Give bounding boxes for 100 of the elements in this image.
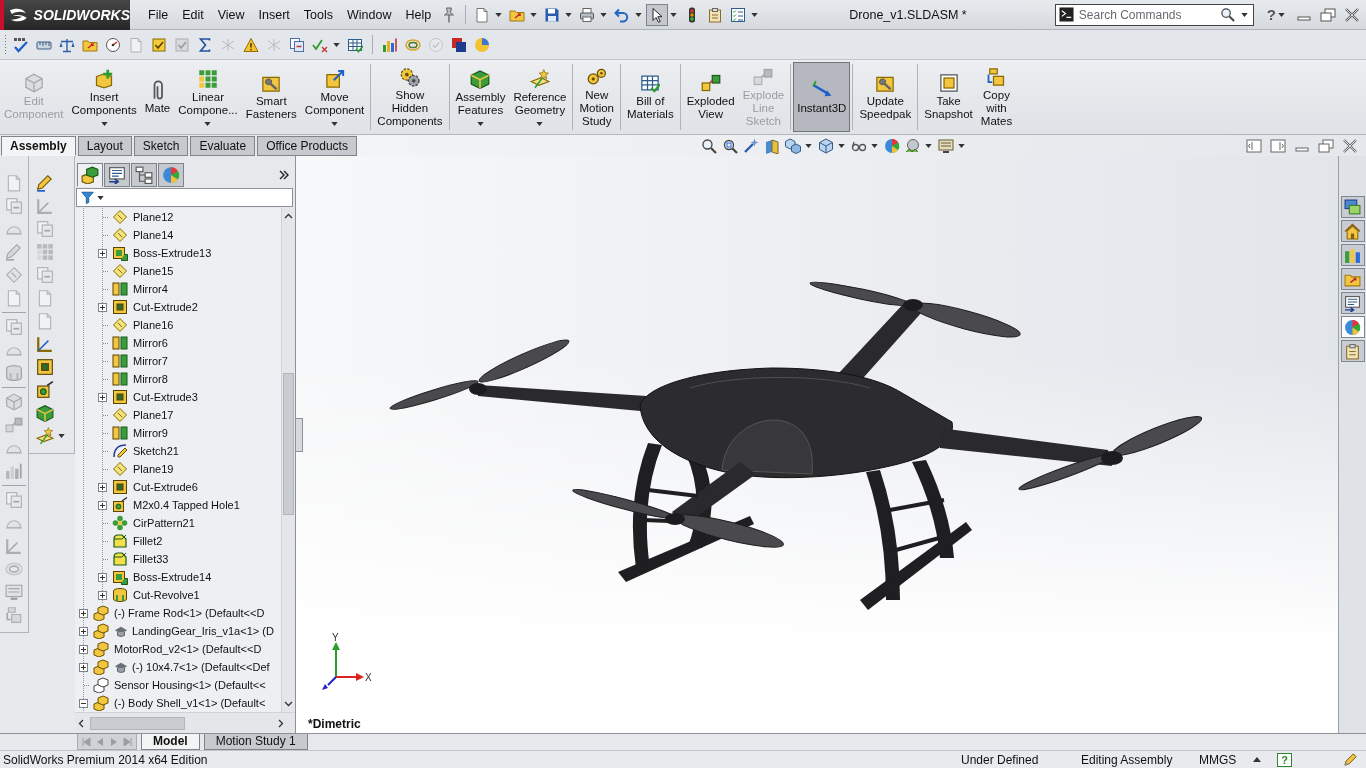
tree-item[interactable]: MotorRod_v2<1> (Default<<D xyxy=(114,643,262,655)
task-pane-tab[interactable] xyxy=(1340,292,1365,314)
plus-box-icon[interactable] xyxy=(98,392,107,402)
caret-icon[interactable] xyxy=(204,121,212,126)
collapse-handle[interactable] xyxy=(296,418,303,452)
tree-item[interactable]: Plane15 xyxy=(133,265,174,277)
restore-icon[interactable] xyxy=(1320,7,1336,22)
tree-item[interactable]: Cut-Extrude3 xyxy=(133,391,198,403)
tree-item[interactable]: Fillet33 xyxy=(133,553,169,565)
pencil-icon[interactable] xyxy=(1343,752,1358,767)
command-button[interactable]: Reference Geometry xyxy=(509,62,571,132)
plane-star-icon[interactable] xyxy=(36,427,54,445)
horizontal-scrollbar[interactable] xyxy=(75,712,295,733)
chevron-down-icon[interactable] xyxy=(284,701,293,707)
restore-icon[interactable] xyxy=(1318,138,1334,153)
tree-item[interactable]: Fillet2 xyxy=(133,535,163,547)
scrollbar-thumb[interactable] xyxy=(90,716,185,730)
caret-icon[interactable] xyxy=(100,121,108,126)
caret-icon[interactable] xyxy=(670,12,678,17)
caret-icon[interactable] xyxy=(97,195,104,200)
plus-box-icon[interactable] xyxy=(79,626,88,636)
caret-icon[interactable] xyxy=(331,121,339,126)
caret-icon[interactable] xyxy=(476,121,484,126)
scrollbar-thumb[interactable] xyxy=(283,373,294,515)
command-button[interactable]: Move Component xyxy=(300,62,369,132)
axes-icon[interactable] xyxy=(36,335,54,353)
caret-up-icon[interactable] xyxy=(1253,757,1261,762)
command-button[interactable]: Linear Compone... xyxy=(174,62,242,132)
caret-icon[interactable] xyxy=(957,143,965,148)
block-drill-icon[interactable] xyxy=(36,381,54,399)
menu-item[interactable]: Help xyxy=(398,4,439,25)
filter-field[interactable] xyxy=(76,188,293,207)
task-pane-tab[interactable] xyxy=(1340,340,1365,362)
tree-item[interactable]: Cut-Extrude6 xyxy=(133,481,198,493)
tree-item[interactable]: (-) 10x4.7<1> (Default<<Def xyxy=(132,661,270,673)
task-pane-tab[interactable] xyxy=(1340,220,1365,242)
square-frame-icon[interactable] xyxy=(36,358,54,376)
command-button[interactable]: Smart Fasteners xyxy=(241,62,301,132)
tree-item[interactable]: (-) Body Shell_v1<1> (Default< xyxy=(114,697,266,709)
command-tab[interactable]: Layout xyxy=(77,136,132,156)
command-button[interactable]: Take Snapshot xyxy=(920,62,977,132)
tree-item[interactable]: LandingGear_Iris_v1a<1> (D xyxy=(132,625,274,637)
block-icon[interactable] xyxy=(36,404,54,422)
command-button[interactable]: Mate xyxy=(140,62,175,132)
command-button[interactable]: Update Speedpak xyxy=(855,62,916,132)
plus-box-icon[interactable] xyxy=(98,500,107,510)
tree-item[interactable]: Sketch21 xyxy=(133,445,179,457)
chevron-right-icon[interactable] xyxy=(278,718,284,728)
help-button[interactable]: ? xyxy=(1277,752,1292,767)
tree-item[interactable]: Mirror8 xyxy=(133,373,168,385)
search-field[interactable]: Search Commands xyxy=(1078,7,1215,22)
plus-box-icon[interactable] xyxy=(98,590,107,600)
caret-icon[interactable] xyxy=(870,143,878,148)
tile-view-icon[interactable] xyxy=(1246,138,1262,153)
task-pane-tab[interactable] xyxy=(1340,196,1365,218)
tree-item[interactable]: CirPattern21 xyxy=(133,517,195,529)
close-icon[interactable] xyxy=(1342,138,1358,153)
plus-box-icon[interactable] xyxy=(79,608,88,618)
tree-item[interactable]: Cut-Extrude2 xyxy=(133,301,198,313)
caret-icon[interactable] xyxy=(1278,12,1285,17)
tree-item[interactable]: (-) Frame Rod<1> (Default<<D xyxy=(114,607,265,619)
tile-view-icon[interactable] xyxy=(1270,138,1286,153)
tree-item[interactable]: Plane16 xyxy=(133,319,174,331)
pencil-icon[interactable] xyxy=(36,174,54,192)
caret-icon[interactable] xyxy=(635,12,643,17)
tree-item[interactable]: Mirror9 xyxy=(133,427,168,439)
caret-icon[interactable] xyxy=(530,12,538,17)
command-button[interactable]: New Motion Study xyxy=(575,62,618,132)
plus-box-icon[interactable] xyxy=(98,572,107,582)
menu-item[interactable]: Insert xyxy=(251,4,297,25)
menu-item[interactable]: Window xyxy=(340,4,399,25)
command-button[interactable]: Insert Components xyxy=(67,62,141,132)
command-button[interactable]: Bill of Materials xyxy=(623,62,678,132)
command-button[interactable]: Exploded View xyxy=(682,62,739,132)
tree-item[interactable]: M2x0.4 Tapped Hole1 xyxy=(133,499,240,511)
task-pane-tab[interactable] xyxy=(1340,268,1365,290)
tree-item[interactable]: Plane12 xyxy=(133,211,174,223)
cursor-icon[interactable] xyxy=(646,3,669,26)
minus-box-icon[interactable] xyxy=(79,698,88,708)
document-tab[interactable]: Motion Study 1 xyxy=(203,734,308,750)
caret-icon[interactable] xyxy=(58,434,65,438)
plus-box-icon[interactable] xyxy=(79,644,88,654)
plus-box-icon[interactable] xyxy=(98,248,107,258)
tree-item[interactable]: Sensor Housing<1> (Default<< xyxy=(114,679,266,691)
command-tab[interactable]: Evaluate xyxy=(190,136,256,156)
tree-item[interactable]: Mirror4 xyxy=(133,283,168,295)
caret-icon[interactable] xyxy=(536,121,544,126)
tree-item[interactable]: Boss-Extrude14 xyxy=(133,571,212,583)
search-icon[interactable] xyxy=(1219,7,1235,22)
command-button[interactable]: Assembly Features xyxy=(451,62,510,132)
vertical-scrollbar[interactable] xyxy=(281,208,295,712)
panel-tab[interactable] xyxy=(104,163,130,187)
menu-item[interactable]: Tools xyxy=(296,4,341,25)
caret-icon[interactable] xyxy=(804,143,812,148)
tree-item[interactable]: Plane17 xyxy=(133,409,174,421)
task-pane-tab[interactable] xyxy=(1340,316,1365,338)
double-chevron-icon[interactable] xyxy=(279,169,289,180)
plus-box-icon[interactable] xyxy=(79,662,88,672)
caret-icon[interactable] xyxy=(333,42,340,47)
help-button[interactable]: ? xyxy=(1265,6,1277,23)
